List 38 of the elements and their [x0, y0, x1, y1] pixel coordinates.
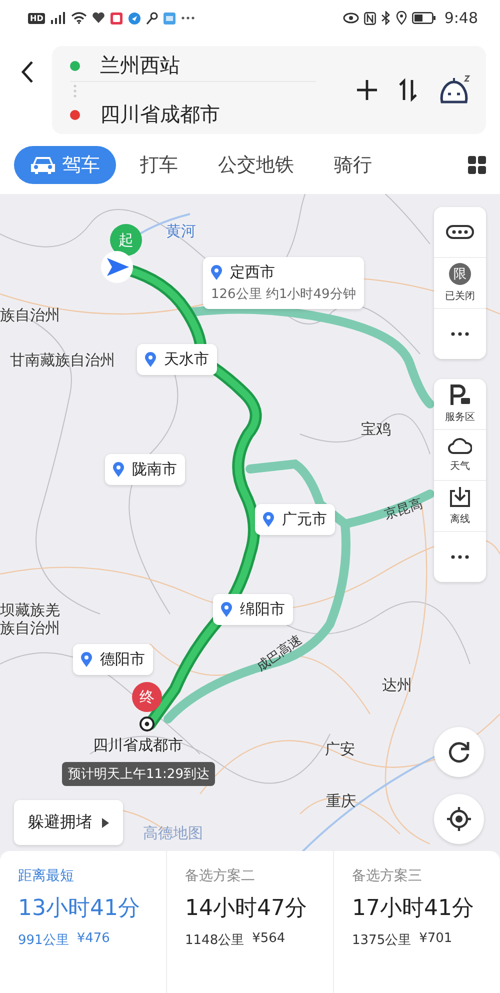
city-name: 绵阳市 [240, 600, 285, 619]
arrival-time-label: 预计明天上午11:29到达 [62, 762, 216, 786]
place-label: 甘南藏族自治州 [10, 351, 115, 370]
place-label: 坝藏族羌 [0, 601, 60, 620]
route-cost: ¥476 [76, 931, 110, 948]
road-label: 京昆高 [382, 495, 425, 524]
route-duration: 13小时41分 [18, 895, 141, 923]
place-label: 达州 [382, 676, 412, 695]
clock-time: 9:48 [444, 9, 478, 27]
route-tag: 距离最短 [18, 867, 166, 885]
place-label: 广安 [325, 740, 355, 759]
route-distance: 991公里 [18, 932, 69, 949]
route-duration: 14小时47分 [185, 895, 308, 923]
city-name: 天水市 [164, 350, 209, 369]
start-marker: 起 [110, 224, 142, 256]
route-duration: 17小时41分 [352, 895, 475, 923]
restriction-badge: 限 [449, 263, 471, 285]
route-cost: ¥701 [419, 931, 452, 948]
route-distance: 1148公里 [185, 932, 244, 949]
road-label: 成巴高速 [252, 631, 306, 676]
route-segment-info: 126公里 约1小时49分钟 [211, 286, 356, 303]
place-label: 黄河 [166, 222, 196, 241]
route-cost: ¥564 [252, 931, 286, 948]
place-label: 族自治州 [0, 306, 60, 325]
place-label: 族自治州 [0, 619, 60, 638]
city-name: 德阳市 [100, 650, 145, 669]
end-marker: 终 [132, 682, 162, 712]
hd-badge: HD [28, 12, 46, 24]
place-label: 宝鸡 [361, 420, 391, 439]
destination-label: 四川省成都市 [93, 736, 183, 755]
city-name: 定西市 [230, 263, 275, 282]
map-logo: 高德地图 [143, 824, 203, 843]
place-label: 重庆 [326, 792, 356, 811]
route-tag: 备选方案三 [352, 867, 500, 885]
route-distance: 1375公里 [352, 932, 412, 949]
city-name: 陇南市 [132, 460, 177, 479]
route-tag: 备选方案二 [185, 867, 333, 885]
city-name: 广元市 [282, 510, 327, 529]
